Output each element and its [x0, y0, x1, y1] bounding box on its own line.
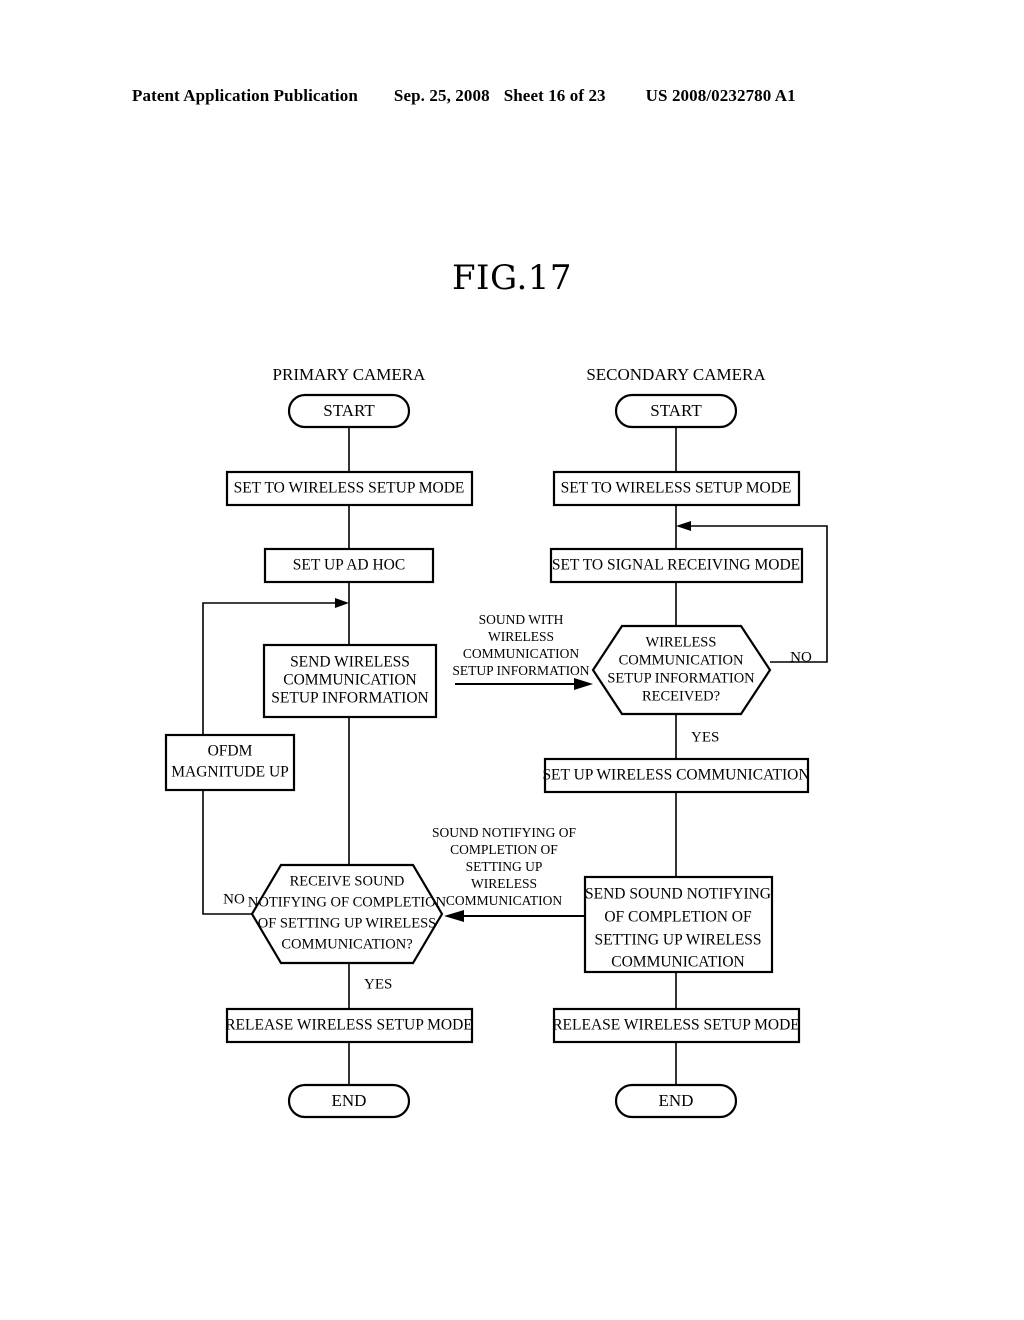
primary-end-terminator: END [287, 1083, 411, 1119]
secondary-step-setup-mode: SET TO WIRELESS SETUP MODE [552, 470, 801, 507]
secondary-decision-line3: SETUP INFORMATION [607, 670, 755, 686]
secondary-decision-info-received: WIRELESS COMMUNICATION SETUP INFORMATION… [591, 624, 772, 716]
primary-step-release-setup-mode: RELEASE WIRELESS SETUP MODE [225, 1007, 474, 1044]
secondary-start-terminator: START [614, 393, 738, 429]
secondary-step-signal-receiving-label: SET TO SIGNAL RECEIVING MODE [552, 557, 800, 574]
primary-no-loop-arrowhead [335, 598, 349, 608]
primary-step-ofdm-line1: OFDM [208, 743, 253, 760]
secondary-step-send-sound: SEND SOUND NOTIFYING OF COMPLETION OF SE… [583, 875, 774, 974]
secondary-start-label: START [650, 401, 702, 420]
patent-figure-page: Patent Application Publication Sep. 25, … [0, 0, 1024, 1320]
primary-step-setup-mode: SET TO WIRELESS SETUP MODE [225, 470, 474, 507]
secondary-end-terminator: END [614, 1083, 738, 1119]
secondary-end-label: END [659, 1091, 694, 1110]
edge-sound-notify-line3: SETTING UP [466, 859, 543, 874]
secondary-step-send-sound-line4: COMMUNICATION [611, 954, 744, 971]
secondary-step-setup-mode-label: SET TO WIRELESS SETUP MODE [561, 480, 792, 497]
primary-step-ad-hoc-label: SET UP AD HOC [293, 557, 405, 574]
primary-start-terminator: START [287, 393, 411, 429]
primary-step-ofdm-magnitude-up: OFDM MAGNITUDE UP [164, 733, 296, 792]
edge-sound-setup-info-line4: SETUP INFORMATION [452, 663, 589, 678]
primary-decision-line4: COMMUNICATION? [281, 936, 412, 952]
primary-step-send-setup-info: SEND WIRELESS COMMUNICATION SETUP INFORM… [262, 643, 438, 719]
edge-label-sound-with-setup-info: SOUND WITH WIRELESS COMMUNICATION SETUP … [452, 612, 589, 678]
secondary-step-send-sound-line3: SETTING UP WIRELESS [594, 932, 761, 949]
secondary-decision-line1: WIRELESS [646, 634, 717, 650]
secondary-decision-yes-label: YES [691, 729, 719, 745]
secondary-step-release-label: RELEASE WIRELESS SETUP MODE [552, 1017, 800, 1034]
secondary-decision-line4: RECEIVED? [642, 688, 720, 704]
primary-step-send-setup-info-line2: COMMUNICATION [283, 672, 416, 689]
primary-step-ofdm-line2: MAGNITUDE UP [171, 764, 289, 781]
primary-step-send-setup-info-line1: SEND WIRELESS [290, 654, 410, 671]
primary-step-send-setup-info-line3: SETUP INFORMATION [271, 690, 428, 707]
lane-title-secondary: SECONDARY CAMERA [586, 365, 766, 384]
primary-start-label: START [323, 401, 375, 420]
primary-decision-no-label: NO [223, 891, 245, 907]
primary-step-release-label: RELEASE WIRELESS SETUP MODE [225, 1017, 473, 1034]
primary-decision-line1: RECEIVE SOUND [290, 873, 405, 889]
edge-label-sound-notifying-completion: SOUND NOTIFYING OF COMPLETION OF SETTING… [432, 825, 576, 908]
secondary-step-setup-comm-label: SET UP WIRELESS COMMUNICATION [542, 767, 809, 784]
edge-sound-notify-line4: WIRELESS [471, 876, 537, 891]
edge-sound-notify-line1: SOUND NOTIFYING OF [432, 825, 576, 840]
edge-sound-setup-info-line1: SOUND WITH [479, 612, 564, 627]
secondary-decision-no-label: NO [790, 649, 812, 665]
secondary-step-setup-communication: SET UP WIRELESS COMMUNICATION [542, 757, 810, 794]
primary-step-ad-hoc: SET UP AD HOC [263, 547, 435, 584]
primary-decision-line2: NOTIFYING OF COMPLETION [248, 894, 447, 910]
edge-arrow-secondary-to-primary-head [444, 910, 464, 922]
edge-sound-notify-line2: COMPLETION OF [450, 842, 558, 857]
secondary-step-signal-receiving-mode: SET TO SIGNAL RECEIVING MODE [549, 547, 804, 584]
secondary-step-release-setup-mode: RELEASE WIRELESS SETUP MODE [552, 1007, 801, 1044]
secondary-step-send-sound-line1: SEND SOUND NOTIFYING [585, 886, 771, 903]
flowchart-diagram: PRIMARY CAMERA SECONDARY CAMERA START SE… [164, 365, 828, 1119]
edge-sound-notify-line5: COMMUNICATION [446, 893, 563, 908]
primary-decision-receive-sound: RECEIVE SOUND NOTIFYING OF COMPLETION OF… [248, 863, 447, 965]
edge-sound-setup-info-line3: COMMUNICATION [463, 646, 580, 661]
secondary-no-loop-arrowhead [676, 521, 691, 531]
primary-decision-line3: OF SETTING UP WIRELESS [258, 915, 436, 931]
primary-decision-yes-label: YES [364, 976, 392, 992]
edge-arrow-primary-to-secondary-head [574, 678, 593, 690]
primary-end-label: END [332, 1091, 367, 1110]
primary-step-setup-mode-label: SET TO WIRELESS SETUP MODE [234, 480, 465, 497]
secondary-decision-line2: COMMUNICATION [619, 652, 744, 668]
edge-sound-setup-info-line2: WIRELESS [488, 629, 554, 644]
lane-title-primary: PRIMARY CAMERA [273, 365, 427, 384]
secondary-step-send-sound-line2: OF COMPLETION OF [604, 909, 752, 926]
